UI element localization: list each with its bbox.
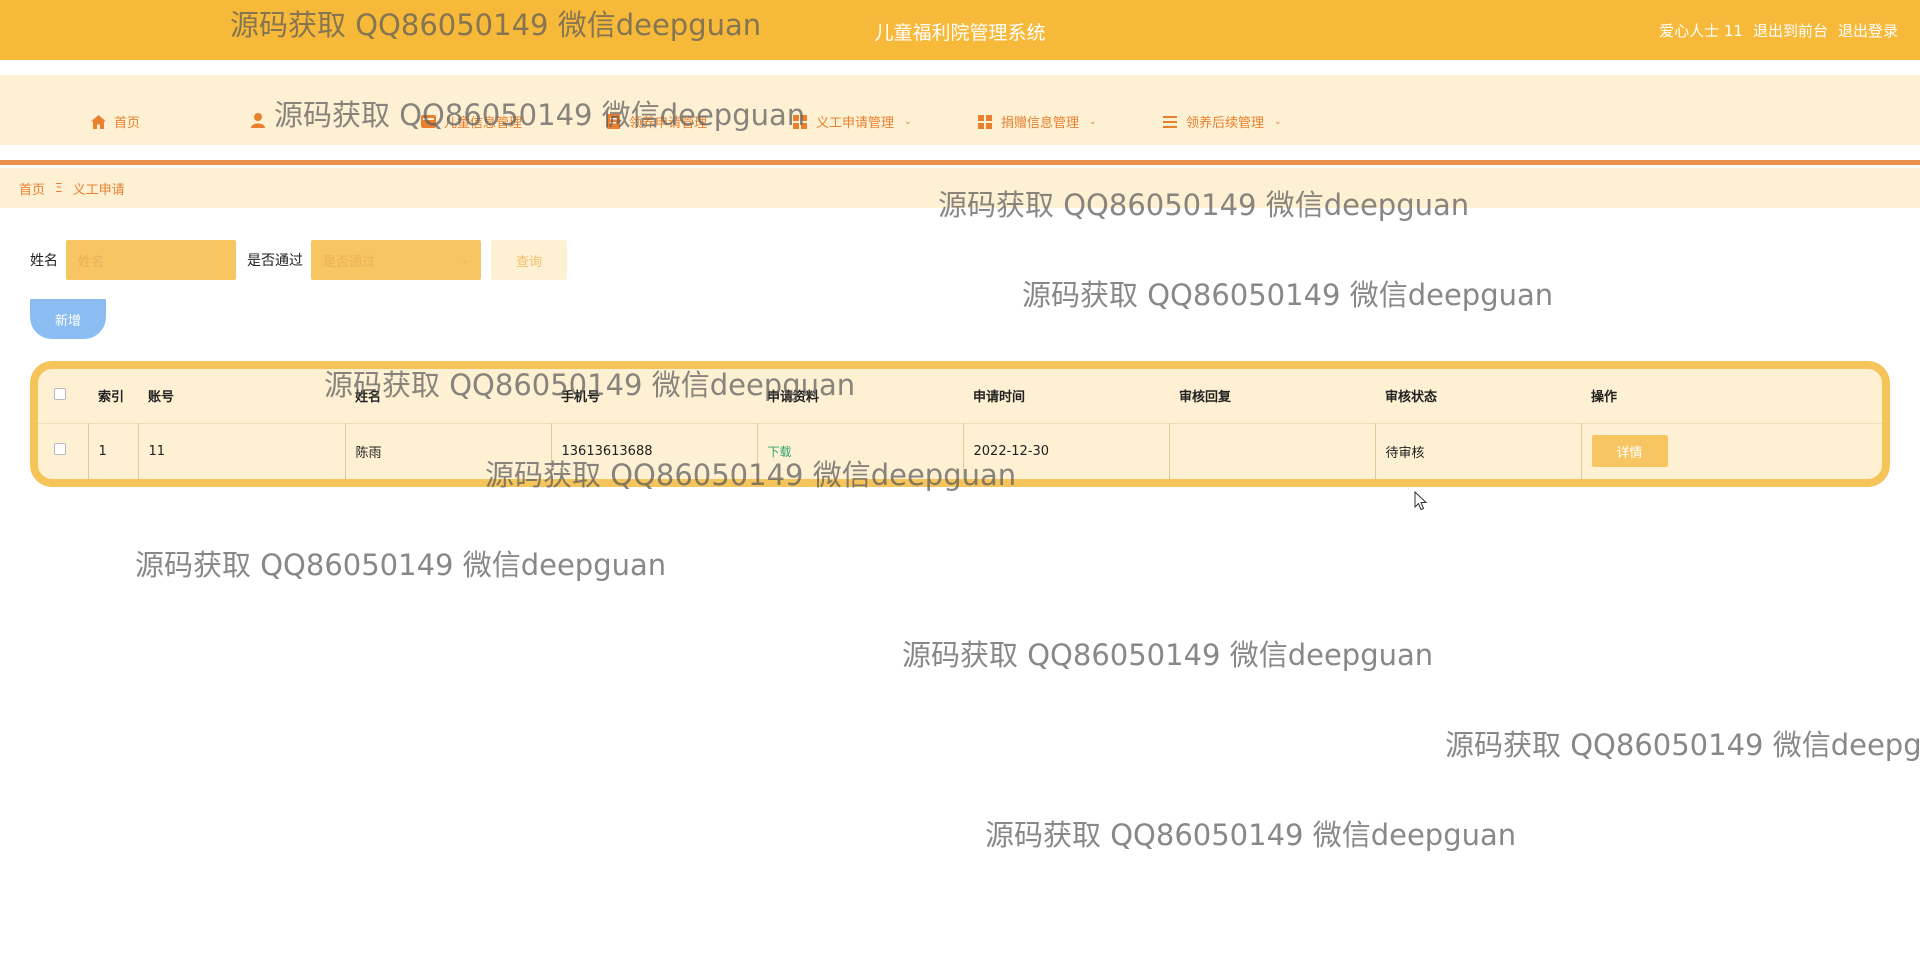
divider [0, 160, 1920, 165]
logout-link[interactable]: 退出登录 [1838, 20, 1898, 41]
chevron-down-icon: ⌄ [1089, 116, 1097, 127]
home-icon [90, 114, 106, 130]
column-header: 审核回复 [1179, 390, 1232, 406]
nav-item-personal[interactable] [250, 112, 274, 128]
chevron-down-icon: ⌄ [460, 254, 469, 266]
nav-item-followup[interactable]: 领养后续管理 ⌄ [1162, 112, 1282, 131]
watermark: 源码获取 QQ86050149 微信deepguan [1022, 278, 1554, 312]
column-header: 姓名 [355, 390, 382, 406]
cell-status: 待审核 [1374, 423, 1581, 479]
column-header: 申请资料 [767, 390, 820, 406]
column-header: 索引 [98, 390, 125, 406]
main-nav: 首页 儿童信息管理 领养申请管理 义工申请管理 ⌄ 捐赠信息管理 ⌄ 领养后续管… [0, 75, 1920, 145]
nav-item-donation[interactable]: 捐赠信息管理 ⌄ [977, 112, 1097, 131]
name-input[interactable]: 姓名 [66, 240, 236, 280]
list-icon [1162, 114, 1178, 130]
detail-button[interactable]: 详情 [1591, 435, 1668, 468]
app-title: 儿童福利院管理系统 [874, 22, 1046, 44]
select-all-checkbox[interactable] [54, 387, 66, 400]
add-button[interactable]: 新增 [30, 299, 106, 339]
row-select-cell [38, 423, 88, 479]
table-header-row: 索引 账号 姓名 手机号 申请资料 申请时间 审核回复 审核状态 操作 [38, 369, 1882, 423]
watermark: 源码获取 QQ86050149 微信deepguan [902, 638, 1434, 672]
nav-item-label: 领养申请管理 [629, 116, 708, 131]
cell-phone: 13613613688 [550, 423, 757, 479]
column-header: 账号 [148, 390, 175, 406]
breadcrumb: 首页 Ξ 义工申请 [0, 168, 1920, 208]
exit-to-front-link[interactable]: 退出到前台 [1753, 20, 1828, 41]
column-header: 审核状态 [1385, 390, 1438, 406]
nav-item-adoption-apply[interactable]: 领养申请管理 [605, 112, 707, 131]
nav-item-label: 领养后续管理 [1186, 116, 1265, 131]
pass-label: 是否通过 [247, 253, 303, 269]
select-all-cell [38, 369, 88, 423]
chevron-down-icon: ⌄ [1274, 116, 1282, 127]
nav-item-label: 义工申请管理 [816, 116, 895, 131]
pass-select[interactable]: 是否通过 ⌄ [311, 240, 481, 280]
watermark: 源码获取 QQ86050149 微信deepguan [985, 818, 1517, 852]
cell-name: 陈雨 [344, 423, 551, 479]
nav-item-child-info[interactable]: 儿童信息管理 [420, 112, 522, 131]
grid-icon [792, 114, 808, 130]
nav-item-label: 捐赠信息管理 [1001, 116, 1080, 131]
top-user-links: 爱心人士 11 退出到前台 退出登录 [1659, 20, 1898, 41]
download-link[interactable]: 下载 [768, 445, 792, 459]
cell-reply [1168, 423, 1375, 479]
cell-time: 2022-12-30 [962, 423, 1169, 479]
watermark: 源码获取 QQ86050149 微信deepguan [135, 548, 667, 582]
nav-item-label: 首页 [114, 116, 141, 131]
data-table: 索引 账号 姓名 手机号 申请资料 申请时间 审核回复 审核状态 操作 1 11… [30, 361, 1890, 487]
doc-icon [605, 114, 621, 130]
mouse-cursor-icon [1414, 490, 1428, 511]
column-header: 手机号 [561, 390, 601, 406]
nav-item-home[interactable]: 首页 [90, 112, 140, 131]
search-form: 姓名 姓名 是否通过 是否通过 ⌄ 查询 [30, 240, 567, 280]
name-placeholder: 姓名 [78, 254, 105, 270]
user-name-label: 爱心人士 11 [1659, 22, 1743, 40]
column-header: 申请时间 [973, 390, 1026, 406]
row-checkbox[interactable] [54, 443, 66, 456]
card-icon [420, 114, 436, 130]
top-header: 儿童福利院管理系统 爱心人士 11 退出到前台 退出登录 [0, 0, 1920, 60]
breadcrumb-home[interactable]: 首页 [19, 179, 45, 198]
chevron-down-icon: ⌄ [904, 116, 912, 127]
pass-placeholder: 是否通过 [323, 254, 376, 270]
cell-material: 下载 [756, 423, 963, 479]
nav-item-volunteer-apply[interactable]: 义工申请管理 ⌄ [792, 112, 912, 131]
nav-item-label: 儿童信息管理 [444, 116, 523, 131]
user-icon [250, 112, 266, 128]
grid-icon [977, 114, 993, 130]
cell-action: 详情 [1580, 423, 1882, 479]
breadcrumb-separator: Ξ [55, 181, 63, 195]
breadcrumb-current: 义工申请 [72, 182, 125, 198]
column-header: 操作 [1591, 390, 1618, 406]
query-button[interactable]: 查询 [491, 240, 567, 280]
cell-index: 1 [87, 423, 138, 479]
table-row: 1 11 陈雨 13613613688 下载 2022-12-30 待审核 详情 [38, 423, 1882, 479]
watermark: 源码获取 QQ86050149 微信deepguan [1445, 728, 1920, 762]
cell-account: 11 [137, 423, 345, 479]
name-label: 姓名 [30, 253, 58, 269]
